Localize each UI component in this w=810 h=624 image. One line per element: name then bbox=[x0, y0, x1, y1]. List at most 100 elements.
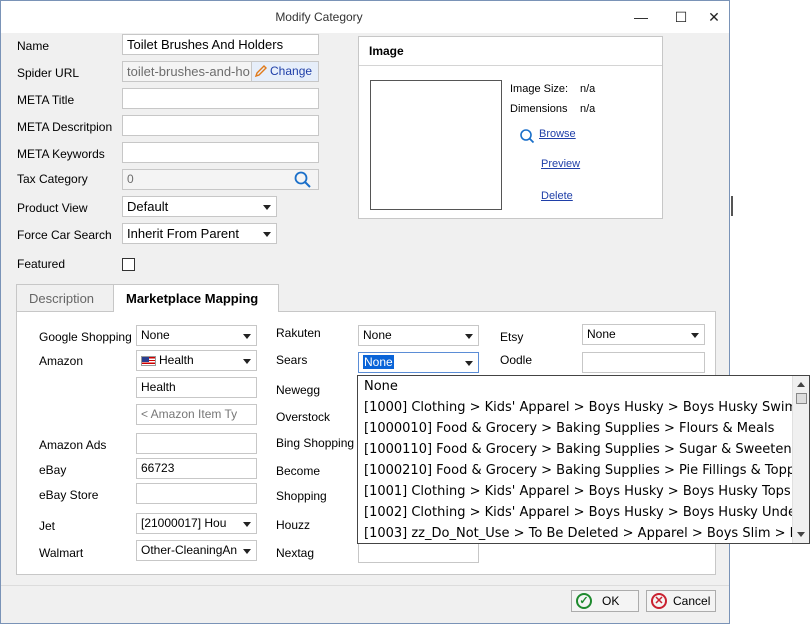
featured-checkbox[interactable] bbox=[122, 258, 135, 271]
sears-select[interactable]: None bbox=[358, 352, 479, 373]
meta-title-label: META Title bbox=[17, 93, 75, 107]
amazon-category-input[interactable]: Health bbox=[136, 377, 257, 398]
jet-value: [21000017] Hou bbox=[141, 516, 227, 530]
scroll-down-icon[interactable] bbox=[797, 532, 805, 537]
maximize-button[interactable]: ☐ bbox=[671, 7, 691, 27]
chevron-down-icon bbox=[465, 361, 473, 366]
tax-category-input[interactable]: 0 bbox=[122, 169, 319, 190]
cancel-label: Cancel bbox=[673, 594, 711, 608]
product-view-value: Default bbox=[127, 199, 169, 214]
dimensions-value: n/a bbox=[580, 103, 596, 115]
bing-shopping-label: Bing Shopping bbox=[276, 436, 355, 450]
nextag-input[interactable] bbox=[358, 542, 479, 563]
minimize-button[interactable]: — bbox=[631, 7, 651, 27]
image-size-label: Image Size: bbox=[510, 83, 569, 95]
ebay-label: eBay bbox=[39, 463, 67, 477]
meta-description-label: META Descritpion bbox=[17, 120, 113, 134]
name-label: Name bbox=[17, 39, 50, 53]
dropdown-option[interactable]: [1000110] Food & Grocery > Baking Suppli… bbox=[364, 442, 809, 457]
background-window-edge bbox=[731, 196, 733, 216]
meta-description-input[interactable] bbox=[122, 115, 319, 136]
dropdown-option[interactable]: [1000210] Food & Grocery > Baking Suppli… bbox=[364, 463, 809, 478]
walmart-value: Other-CleaningAn bbox=[141, 543, 238, 557]
delete-link[interactable]: Delete bbox=[541, 190, 573, 202]
tax-category-label: Tax Category bbox=[17, 172, 88, 186]
checkmark-icon: ✓ bbox=[576, 593, 592, 609]
close-button[interactable]: ✕ bbox=[704, 7, 724, 27]
amazon-item-type-input[interactable]: < Amazon Item Ty bbox=[136, 404, 257, 425]
dropdown-option[interactable]: [1000010] Food & Grocery > Baking Suppli… bbox=[364, 421, 774, 436]
jet-select[interactable]: [21000017] Hou bbox=[136, 513, 257, 534]
preview-link[interactable]: Preview bbox=[541, 158, 580, 170]
ebay-store-label: eBay Store bbox=[39, 488, 99, 502]
oodle-input[interactable] bbox=[582, 352, 705, 373]
cancel-button[interactable]: ✕ Cancel bbox=[646, 590, 716, 612]
ebay-store-input[interactable] bbox=[136, 483, 257, 504]
newegg-label: Newegg bbox=[276, 383, 321, 397]
search-icon[interactable] bbox=[293, 170, 313, 189]
chevron-down-icon bbox=[263, 205, 271, 210]
image-preview-box bbox=[370, 80, 502, 210]
dropdown-option[interactable]: [1001] Clothing > Kids' Apparel > Boys H… bbox=[364, 484, 791, 499]
dropdown-option[interactable]: [1003] zz_Do_Not_Use > To Be Deleted > A… bbox=[364, 526, 809, 541]
etsy-select[interactable]: None bbox=[582, 324, 705, 345]
amazon-ads-label: Amazon Ads bbox=[39, 438, 107, 452]
footer-divider bbox=[1, 585, 729, 586]
browse-link[interactable]: Browse bbox=[539, 128, 576, 140]
amazon-ads-input[interactable] bbox=[136, 433, 257, 454]
amazon-select[interactable]: Health bbox=[136, 350, 257, 371]
etsy-value: None bbox=[587, 327, 616, 341]
rakuten-select[interactable]: None bbox=[358, 325, 479, 346]
featured-label: Featured bbox=[17, 257, 66, 271]
houzz-label: Houzz bbox=[276, 518, 311, 532]
change-button[interactable]: Change bbox=[251, 62, 318, 81]
dropdown-scrollbar[interactable] bbox=[792, 376, 809, 543]
sears-dropdown-list: None [1000] Clothing > Kids' Apparel > B… bbox=[357, 375, 810, 544]
force-car-search-label: Force Car Search bbox=[17, 228, 112, 242]
nextag-label: Nextag bbox=[276, 546, 315, 560]
chevron-down-icon bbox=[243, 549, 251, 554]
force-car-search-select[interactable]: Inherit From Parent bbox=[122, 223, 277, 244]
meta-keywords-input[interactable] bbox=[122, 142, 319, 163]
scroll-up-icon[interactable] bbox=[797, 382, 805, 387]
ok-button[interactable]: ✓ OK bbox=[571, 590, 639, 612]
force-car-search-value: Inherit From Parent bbox=[127, 226, 239, 241]
change-label: Change bbox=[270, 64, 313, 78]
dropdown-option[interactable]: [1002] Clothing > Kids' Apparel > Boys H… bbox=[364, 505, 809, 520]
google-shopping-label: Google Shopping bbox=[39, 330, 132, 344]
amazon-label: Amazon bbox=[39, 354, 84, 368]
chevron-down-icon bbox=[243, 522, 251, 527]
chevron-down-icon bbox=[243, 334, 251, 339]
scroll-thumb[interactable] bbox=[796, 393, 807, 404]
us-flag-icon bbox=[141, 356, 156, 366]
ok-label: OK bbox=[602, 594, 620, 608]
image-panel: Image Image Size: n/a Dimensions n/a Bro… bbox=[358, 36, 663, 219]
sears-value: None bbox=[363, 355, 394, 369]
tax-category-value: 0 bbox=[127, 172, 134, 186]
meta-title-input[interactable] bbox=[122, 88, 319, 109]
title-bar: Modify Category — ☐ ✕ bbox=[1, 1, 729, 33]
dimensions-label: Dimensions bbox=[510, 103, 568, 115]
google-shopping-select[interactable]: None bbox=[136, 325, 257, 346]
tab-description[interactable]: Description bbox=[16, 284, 114, 311]
tab-marketplace-mapping[interactable]: Marketplace Mapping bbox=[113, 284, 279, 312]
chevron-down-icon bbox=[691, 333, 699, 338]
dropdown-option[interactable]: None bbox=[364, 379, 398, 394]
product-view-label: Product View bbox=[17, 201, 88, 215]
cancel-x-icon: ✕ bbox=[651, 593, 667, 609]
chevron-down-icon bbox=[465, 334, 473, 339]
name-input[interactable]: Toilet Brushes And Holders bbox=[122, 34, 319, 55]
walmart-select[interactable]: Other-CleaningAn bbox=[136, 540, 257, 561]
dropdown-option[interactable]: [1000] Clothing > Kids' Apparel > Boys H… bbox=[364, 400, 809, 415]
walmart-label: Walmart bbox=[39, 546, 84, 560]
google-shopping-value: None bbox=[141, 328, 170, 342]
window-title: Modify Category bbox=[275, 10, 363, 24]
pencil-icon bbox=[254, 65, 267, 78]
image-size-value: n/a bbox=[580, 83, 596, 95]
overstock-label: Overstock bbox=[276, 410, 331, 424]
etsy-label: Etsy bbox=[500, 330, 524, 344]
rakuten-value: None bbox=[363, 328, 392, 342]
jet-label: Jet bbox=[39, 519, 56, 533]
ebay-input[interactable]: 66723 bbox=[136, 458, 257, 479]
product-view-select[interactable]: Default bbox=[122, 196, 277, 217]
